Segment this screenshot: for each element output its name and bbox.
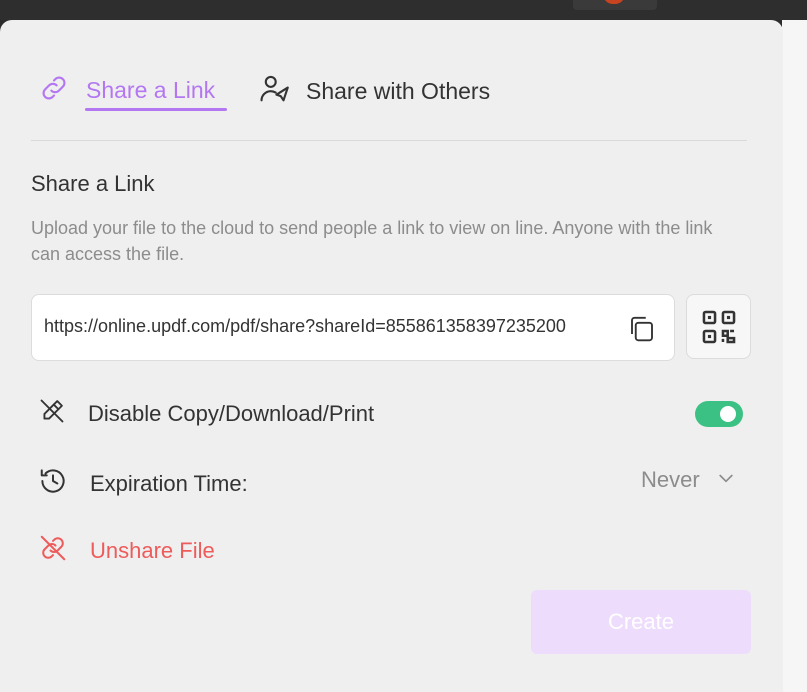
- disable-copy-toggle[interactable]: [695, 401, 743, 427]
- qr-code-button[interactable]: [686, 294, 751, 359]
- unshare-file-button[interactable]: Unshare File: [38, 533, 215, 568]
- tab-share-link[interactable]: Share a Link: [38, 72, 227, 111]
- disable-copy-label: Disable Copy/Download/Print: [88, 400, 375, 426]
- tab-share-link-label: Share a Link: [86, 77, 216, 103]
- user-send-icon: [258, 72, 292, 111]
- disable-copy-row: Disable Copy/Download/Print: [38, 397, 374, 430]
- link-off-icon: [38, 533, 68, 568]
- copy-icon: [631, 316, 653, 342]
- copy-link-button[interactable]: [627, 314, 657, 344]
- background-strip: [782, 20, 807, 692]
- tab-share-others[interactable]: Share with Others: [258, 72, 490, 111]
- section-title: Share a Link: [31, 171, 155, 196]
- create-button[interactable]: Create: [531, 590, 751, 654]
- share-panel: Share a Link Share with Others Share a L…: [0, 20, 783, 692]
- chevron-down-icon: [716, 468, 736, 493]
- share-tabs: Share a Link Share with Others: [0, 20, 783, 142]
- window-top-bar: [0, 0, 807, 20]
- pen-off-icon: [38, 397, 66, 430]
- expiration-label: Expiration Time:: [90, 470, 248, 496]
- tab-share-others-label: Share with Others: [306, 78, 491, 104]
- toggle-knob: [720, 406, 736, 422]
- section-description: Upload your file to the cloud to send pe…: [31, 218, 713, 264]
- tabs-divider: [31, 140, 747, 141]
- link-icon: [38, 72, 70, 109]
- expiration-value: Never: [641, 467, 700, 492]
- history-clock-icon: [38, 466, 68, 501]
- share-url-field[interactable]: https://online.updf.com/pdf/share?shareI…: [31, 294, 675, 361]
- app-icon: [603, 0, 625, 4]
- active-tab-indicator: [85, 108, 227, 111]
- share-url-value: https://online.updf.com/pdf/share?shareI…: [44, 316, 566, 336]
- unshare-file-label: Unshare File: [90, 537, 215, 563]
- expiration-row: Expiration Time:: [38, 466, 248, 501]
- window-tab[interactable]: [573, 0, 657, 10]
- qr-code-icon: [702, 310, 735, 343]
- expiration-select[interactable]: Never: [641, 467, 736, 493]
- share-url-text: https://online.updf.com/pdf/share?shareI…: [44, 316, 614, 337]
